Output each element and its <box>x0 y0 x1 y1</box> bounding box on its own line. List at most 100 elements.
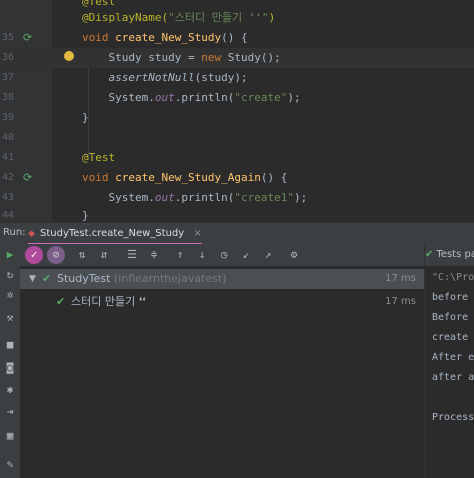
console-line: Before <box>432 312 469 323</box>
close-icon[interactable]: × <box>193 228 201 239</box>
run-test-gutter-icon[interactable]: ⟳ <box>23 32 35 44</box>
test-runner-toolbar: ✓ ⊘ ⇅ ⇵ ☰ ≑ ↑ ↓ ◷ ↙ ↗ ⚙ <box>20 244 474 266</box>
debug-icon[interactable]: ✲ <box>4 289 16 301</box>
line-number: 44 <box>1 210 14 221</box>
run-tool-window-header: Run: ◆ StudyTest.create_New_Study × <box>0 222 474 245</box>
previous-test-icon[interactable]: ↑ <box>172 247 188 263</box>
line-number: 42 <box>1 172 14 183</box>
code-token: "create" <box>234 91 288 104</box>
code-token: new <box>201 51 228 64</box>
code-token: Study(); <box>227 51 281 64</box>
sort-duration-icon[interactable]: ⇵ <box>96 247 112 263</box>
test-tree-root-row[interactable]: ▼ ✔ StudyTest (inflearnthejavatest) 17 m… <box>20 269 424 289</box>
code-text: void create_New_Study() { <box>82 28 248 48</box>
code-line[interactable]: 39} <box>0 108 474 128</box>
passed-check-icon: ✔ <box>425 249 434 260</box>
run-tab[interactable]: ◆ StudyTest.create_New_Study × <box>28 223 210 245</box>
code-token: void <box>82 31 116 44</box>
console-line: "C:\Pro <box>432 272 474 283</box>
settings-gear-icon[interactable]: ⚙ <box>286 247 302 263</box>
console-line: Process <box>432 412 474 423</box>
passed-check-icon: ✔ <box>56 295 66 308</box>
code-line[interactable]: 37 assertNotNull(study); <box>0 68 474 88</box>
exit-icon[interactable]: ⇥ <box>4 406 16 418</box>
code-line[interactable]: 43 System.out.println("create1"); <box>0 188 474 208</box>
code-token: create_New_Study_Again <box>115 171 261 184</box>
code-line[interactable]: 38 System.out.println("create"); <box>0 88 474 108</box>
console-line: before <box>432 292 469 303</box>
code-token: @Test <box>82 151 116 164</box>
export-tests-icon[interactable]: ↗ <box>260 247 276 263</box>
code-token: "create1" <box>234 191 294 204</box>
code-token: .println( <box>174 91 235 104</box>
stop-icon[interactable]: ■ <box>4 339 16 351</box>
collapse-all-icon[interactable]: ≑ <box>146 247 162 263</box>
code-text: void create_New_Study_Again() { <box>82 168 287 188</box>
code-line-current[interactable]: 36 Study study = new Study(); <box>0 48 474 68</box>
tests-status-text: Tests pa <box>436 249 474 260</box>
intention-bulb-icon[interactable] <box>64 51 74 61</box>
run-tab-label: StudyTest.create_New_Study <box>40 228 185 239</box>
code-token: System. <box>82 91 155 104</box>
code-token: } <box>82 111 89 124</box>
history-icon[interactable]: ◷ <box>216 247 232 263</box>
code-token: "스터디 만들기 ❛❛" <box>168 11 269 24</box>
test-tree-child-row[interactable]: ✔ 스터디 만들기 ❛❛ 17 ms <box>20 292 424 312</box>
code-text: System.out.println("create1"); <box>82 188 307 208</box>
line-number: 36 <box>1 52 14 63</box>
code-line[interactable]: 42 ⟳ void create_New_Study_Again() { <box>0 168 474 188</box>
code-line[interactable]: 40 <box>0 128 474 148</box>
layout-icon[interactable]: ▦ <box>4 430 16 442</box>
line-number: 35 <box>1 32 14 43</box>
camera-icon[interactable]: ◙ <box>4 362 16 374</box>
code-token: @DisplayName( <box>82 11 169 24</box>
test-method-name: 스터디 만들기 ❛❛ <box>71 295 146 308</box>
run-label: Run: <box>3 227 26 238</box>
code-text: } <box>82 206 89 222</box>
run-test-gutter-icon[interactable]: ⟳ <box>23 172 35 184</box>
import-tests-icon[interactable]: ↙ <box>238 247 254 263</box>
test-class-name: StudyTest (inflearnthejavatest) <box>57 272 227 285</box>
passed-check-icon: ✔ <box>42 272 52 285</box>
pin-icon[interactable]: ✎ <box>4 459 16 471</box>
code-line[interactable]: 41 @Test <box>0 148 474 168</box>
code-token: () { <box>221 31 248 44</box>
code-token: create_New_Study <box>115 31 222 44</box>
code-token: = <box>181 51 202 64</box>
code-token: () { <box>260 171 288 184</box>
wrench-icon[interactable]: ⚒ <box>4 312 16 324</box>
code-line[interactable]: 44} <box>0 206 474 222</box>
line-number: 39 <box>1 112 14 123</box>
code-line[interactable]: @DisplayName("스터디 만들기 ❛❛") <box>0 8 474 28</box>
test-results-tree[interactable]: ▼ ✔ StudyTest (inflearnthejavatest) 17 m… <box>20 266 424 478</box>
test-duration: 17 ms <box>385 296 416 307</box>
rerun-icon[interactable]: ▶ <box>4 249 16 261</box>
code-text: @DisplayName("스터디 만들기 ❛❛") <box>82 8 275 28</box>
bug-icon[interactable]: ✱ <box>4 384 16 396</box>
code-token: System. <box>82 191 155 204</box>
console-output[interactable]: ✔ Tests pa "C:\Pro before Before create A… <box>425 244 474 478</box>
expand-all-icon[interactable]: ☰ <box>124 247 140 263</box>
line-number: 41 <box>1 152 14 163</box>
next-test-icon[interactable]: ↓ <box>194 247 210 263</box>
code-text: } <box>82 108 89 128</box>
code-token: ) <box>268 11 276 24</box>
console-line: after a <box>432 372 474 383</box>
test-tab-icon: ◆ <box>28 229 35 239</box>
code-token: out <box>154 91 175 104</box>
code-token: Study <box>82 51 149 64</box>
line-number: 43 <box>1 192 14 203</box>
code-line[interactable]: 35 ⟳ void create_New_Study() { <box>0 28 474 48</box>
code-editor[interactable]: @Test @DisplayName("스터디 만들기 ❛❛") 35 ⟳ void… <box>0 0 474 222</box>
show-passed-icon[interactable]: ✓ <box>25 246 43 264</box>
line-number: 38 <box>1 92 14 103</box>
code-token: ); <box>287 91 301 104</box>
show-ignored-icon[interactable]: ⊘ <box>47 246 65 264</box>
run-side-toolbar: ▶ ↻ ✲ ⚒ ■ ◙ ✱ ⇥ ▦ ✎ <box>0 244 21 478</box>
chevron-down-icon[interactable]: ▼ <box>29 269 36 289</box>
rerun-failed-icon[interactable]: ↻ <box>4 269 16 281</box>
sort-alpha-icon[interactable]: ⇅ <box>74 247 90 263</box>
code-token: .println( <box>174 191 235 204</box>
code-text: @Test <box>82 148 115 168</box>
